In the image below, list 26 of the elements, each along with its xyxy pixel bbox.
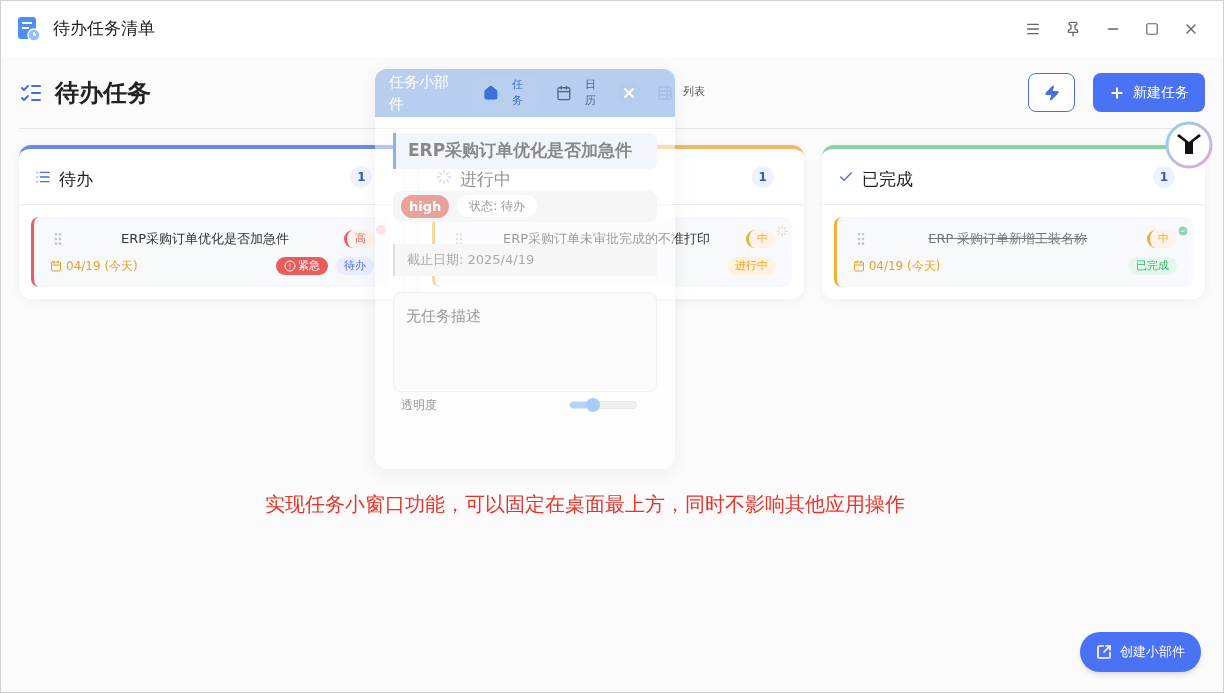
due-date: 截止日期: 2025/4/19 [393, 244, 657, 276]
due-date: 04/19 (今天) [868, 257, 941, 275]
column-title: 待办 [59, 167, 94, 191]
count-badge: 1 [1153, 165, 1175, 188]
opacity-label: 透明度 [401, 396, 437, 414]
task-title-block: ERP采购订单优化是否加急件 [393, 133, 657, 169]
count-badge: 1 [751, 165, 774, 188]
column-title: 已完成 [861, 167, 914, 191]
widget-title: 任务小部件 [389, 71, 450, 115]
column-title: 进行中 [460, 167, 513, 191]
status-tag: 已完成 [1128, 256, 1177, 275]
task-title: ERP 采购订单新增工装名称 [927, 230, 1089, 248]
count-badge: 1 [350, 165, 373, 188]
status-tag: 进行中 [726, 256, 776, 275]
task-title: ERP采购订单优化是否加急件 [120, 230, 291, 248]
status-tag: 待办 [336, 256, 375, 275]
page-title: 待办任务 [55, 77, 151, 109]
priority-tag: 高 [344, 229, 375, 248]
window-title: 待办任务清单 [53, 17, 156, 41]
annotation-caption: 实现任务小窗口功能，可以固定在桌面最上方，同时不影响其他应用操作 [264, 491, 906, 518]
due-date: 04/19 (今天) [66, 257, 138, 275]
priority-tag: 中 [745, 229, 776, 248]
status-tag: 状态: 待办 [457, 195, 538, 218]
priority-tag: high [401, 194, 450, 218]
priority-tag: 中 [1147, 229, 1177, 248]
urgent-tag: 紧急 [276, 256, 329, 275]
